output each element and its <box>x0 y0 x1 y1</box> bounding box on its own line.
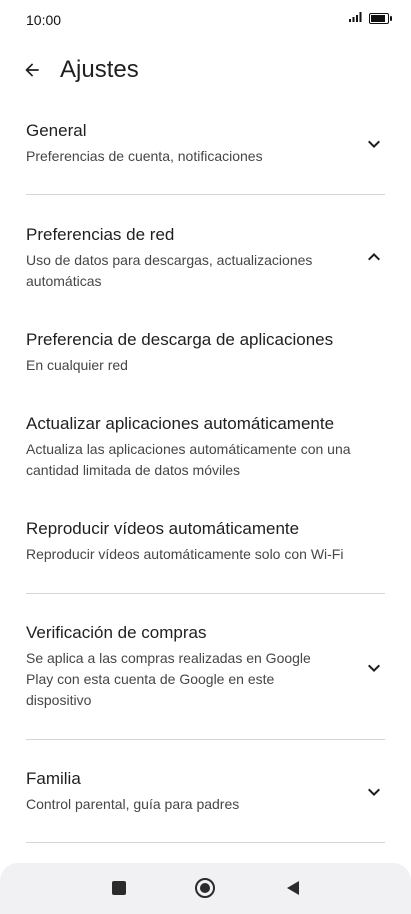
divider <box>26 194 385 195</box>
page-title: Ajustes <box>60 56 139 83</box>
section-general[interactable]: General Preferencias de cuenta, notifica… <box>26 120 386 167</box>
status-bar: 10:00 <box>0 0 411 40</box>
section-title: Preferencias de red <box>26 225 175 244</box>
status-icons <box>349 12 392 25</box>
setting-auto-update-apps[interactable]: Actualizar aplicaciones automáticamente … <box>26 413 386 481</box>
app-bar: Ajustes <box>0 48 411 92</box>
system-navigation-bar <box>0 863 411 914</box>
setting-subtitle: Reproducir vídeos automáticamente solo c… <box>26 546 344 562</box>
chevron-down-icon[interactable] <box>362 656 386 680</box>
section-subtitle: Uso de datos para descargas, actualizaci… <box>26 252 313 289</box>
status-time: 10:00 <box>26 12 62 28</box>
section-purchase-verification[interactable]: Verificación de compras Se aplica a las … <box>26 622 386 711</box>
section-subtitle: Control parental, guía para padres <box>26 796 240 812</box>
section-subtitle: Se aplica a las compras realizadas en Go… <box>26 650 311 708</box>
setting-title: Actualizar aplicaciones automáticamente <box>26 414 335 433</box>
section-title: Familia <box>26 769 81 788</box>
triangle-back-icon[interactable] <box>280 875 306 901</box>
chevron-up-icon[interactable] <box>362 245 386 269</box>
circle-icon[interactable] <box>192 875 218 901</box>
arrow-back-icon[interactable] <box>16 54 48 86</box>
section-title: General <box>26 121 87 140</box>
battery-icon <box>369 13 392 24</box>
setting-autoplay-videos[interactable]: Reproducir vídeos automáticamente Reprod… <box>26 518 386 565</box>
section-network-preferences[interactable]: Preferencias de red Uso de datos para de… <box>26 224 386 292</box>
setting-subtitle: Actualiza las aplicaciones automáticamen… <box>26 441 351 478</box>
setting-title: Reproducir vídeos automáticamente <box>26 519 300 538</box>
chevron-down-icon[interactable] <box>362 132 386 156</box>
setting-subtitle: En cualquier red <box>26 357 128 373</box>
section-family[interactable]: Familia Control parental, guía para padr… <box>26 768 386 815</box>
chevron-down-icon[interactable] <box>362 780 386 804</box>
setting-app-download-preference[interactable]: Preferencia de descarga de aplicaciones … <box>26 329 386 376</box>
signal-icon <box>349 12 365 25</box>
divider <box>26 739 385 740</box>
divider <box>26 593 385 594</box>
section-title: Verificación de compras <box>26 623 207 642</box>
square-icon[interactable] <box>106 875 132 901</box>
divider <box>26 842 385 843</box>
setting-title: Preferencia de descarga de aplicaciones <box>26 330 334 349</box>
section-subtitle: Preferencias de cuenta, notificaciones <box>26 148 263 164</box>
